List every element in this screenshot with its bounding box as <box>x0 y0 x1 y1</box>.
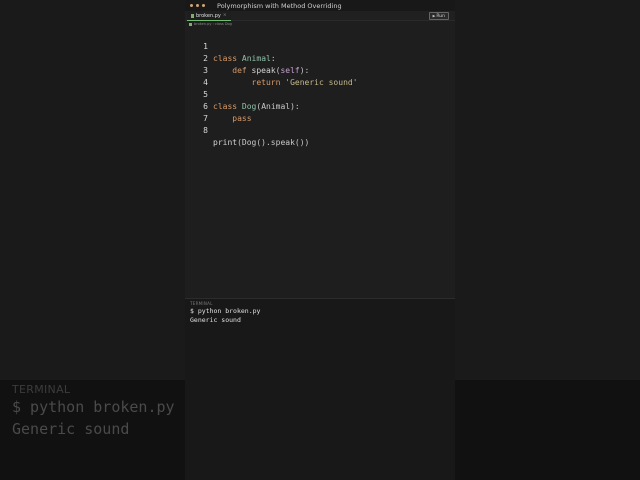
terminal-panel[interactable]: TERMINAL $ python broken.py Generic soun… <box>185 298 455 480</box>
code-line: 4 <box>185 65 214 87</box>
maximize-window-dot-icon[interactable] <box>202 4 205 7</box>
code-text: def speak(self): <box>232 66 310 75</box>
tab-broken-py[interactable]: broken.py × <box>187 11 231 21</box>
code-line: 1 class Animal: <box>185 29 275 63</box>
window-controls <box>190 4 205 7</box>
code-text: return 'Generic sound' <box>251 78 358 87</box>
line-number: 8 <box>203 126 208 135</box>
close-window-dot-icon[interactable] <box>190 4 193 7</box>
code-text: class Dog(Animal): <box>213 102 300 111</box>
code-line: 6 pass <box>185 89 251 123</box>
editor-window: Polymorphism with Method Overriding brok… <box>185 0 455 480</box>
minimize-window-dot-icon[interactable] <box>196 4 199 7</box>
code-text: print(Dog().speak()) <box>213 138 310 147</box>
background-terminal-label: TERMINAL <box>12 383 71 396</box>
code-text: pass <box>232 114 252 123</box>
python-file-icon <box>189 22 192 26</box>
code-line: 2 def speak(self): <box>185 41 309 75</box>
terminal-output: Generic sound <box>190 316 241 324</box>
tab-label: broken.py <box>196 12 221 19</box>
terminal-label: TERMINAL <box>190 301 213 306</box>
code-line: 8 print(Dog().speak()) <box>185 113 309 147</box>
breadcrumb[interactable]: broken.py › class Dog <box>189 21 232 27</box>
title-bar: Polymorphism with Method Overriding <box>185 0 455 11</box>
run-button[interactable]: ▶ Run <box>428 12 449 20</box>
close-tab-icon[interactable]: × <box>223 13 227 18</box>
run-button-label: Run <box>436 13 445 19</box>
window-title: Polymorphism with Method Overriding <box>217 1 342 10</box>
tab-bar: broken.py × ▶ Run <box>185 11 455 21</box>
background-terminal-line: $ python broken.py <box>12 398 175 416</box>
code-text: class Animal: <box>213 54 276 63</box>
play-icon: ▶ <box>432 14 436 18</box>
python-file-icon <box>191 13 194 18</box>
code-editor[interactable]: 1 class Animal: 2 def speak(self): 3 ret… <box>185 29 455 297</box>
terminal-command: $ python broken.py <box>190 307 261 315</box>
background-terminal-line: Generic sound <box>12 420 130 438</box>
breadcrumb-text: broken.py › class Dog <box>194 22 232 26</box>
code-line: 3 return 'Generic sound' <box>185 53 357 87</box>
code-line: 7 <box>185 101 214 123</box>
code-line: 5 class Dog(Animal): <box>185 77 300 111</box>
